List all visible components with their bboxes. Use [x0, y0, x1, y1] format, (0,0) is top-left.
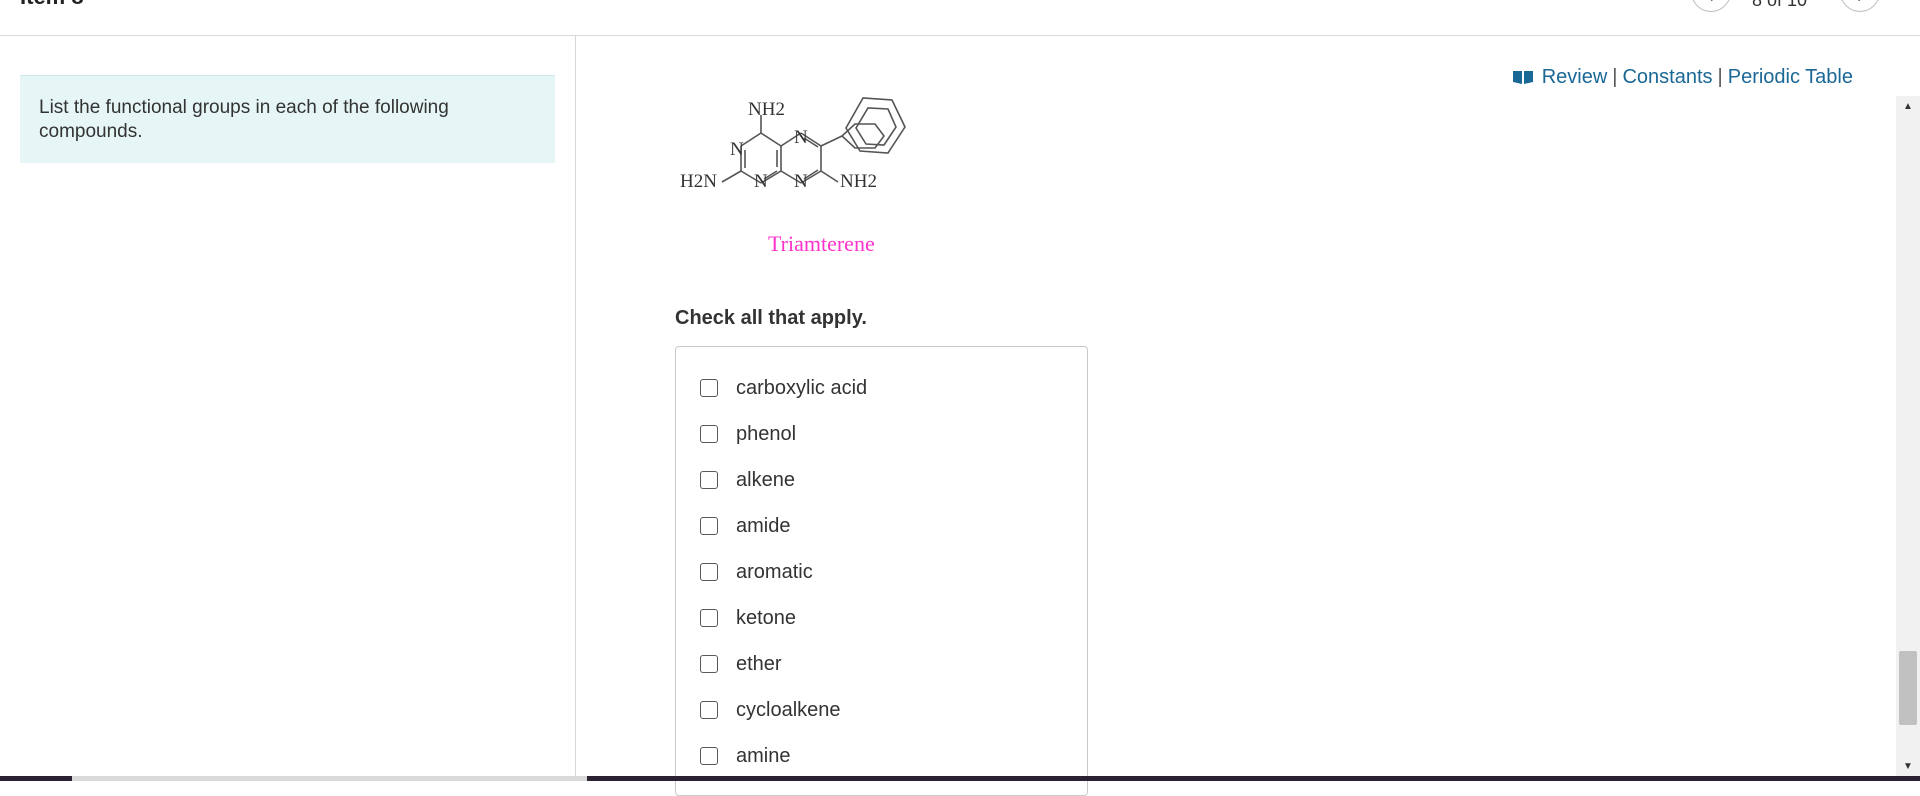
chevron-left-icon: ‹	[1692, 0, 1730, 5]
chevron-right-icon: ›	[1841, 0, 1879, 5]
checkbox[interactable]	[700, 747, 718, 765]
option-alkene[interactable]: alkene	[700, 465, 795, 495]
option-label: amide	[736, 514, 791, 537]
ring-n-label: N	[754, 171, 768, 192]
ring-n-label: N	[794, 127, 808, 148]
option-label: aromatic	[736, 560, 813, 583]
scroll-up-arrow-icon[interactable]: ▲	[1896, 98, 1920, 116]
periodic-table-link[interactable]: Periodic Table	[1728, 66, 1853, 88]
option-label: ketone	[736, 606, 797, 629]
compound-name: Triamterene	[768, 231, 875, 256]
checkbox[interactable]	[700, 701, 718, 719]
option-label: phenol	[736, 422, 797, 445]
option-aromatic[interactable]: aromatic	[700, 557, 813, 587]
option-amine[interactable]: amine	[700, 741, 790, 771]
checkbox[interactable]	[700, 655, 718, 673]
option-phenol[interactable]: phenol	[700, 419, 796, 449]
next-item-button[interactable]: ›	[1840, 0, 1880, 12]
item-pager: 8 of 10	[1752, 0, 1808, 10]
ring-n-label: N	[794, 171, 808, 192]
scrollbar-thumb[interactable]	[1899, 651, 1917, 725]
top-header: Item 8 ‹ 8 of 10 ›	[0, 0, 1920, 36]
vertical-scrollbar[interactable]: ▲ ▼	[1896, 96, 1920, 776]
question-prompt: List the functional groups in each of th…	[20, 75, 555, 163]
instruction-text: Check all that apply.	[675, 307, 867, 329]
checkbox[interactable]	[700, 609, 718, 627]
h2n-left-label: H2N	[680, 171, 717, 192]
scroll-down-arrow-icon[interactable]: ▼	[1896, 758, 1920, 776]
checkbox[interactable]	[700, 471, 718, 489]
review-link[interactable]: Review	[1542, 66, 1608, 88]
left-pane: List the functional groups in each of th…	[0, 36, 576, 776]
taskbar-highlight	[72, 776, 587, 781]
item-title: Item 8	[20, 0, 84, 10]
nh2-right-label: NH2	[840, 171, 877, 192]
option-label: alkene	[736, 468, 795, 491]
option-carboxylic-acid[interactable]: carboxylic acid	[700, 373, 867, 403]
option-label: amine	[736, 744, 791, 767]
checkbox[interactable]	[700, 517, 718, 535]
options-box: carboxylic acid phenol alkene amide arom…	[675, 346, 1088, 796]
book-icon	[1512, 71, 1533, 84]
option-cycloalkene[interactable]: cycloalkene	[700, 695, 841, 725]
option-label: ether	[736, 652, 782, 675]
link-separator: |	[1612, 66, 1618, 88]
link-separator: |	[1717, 66, 1723, 88]
checkbox[interactable]	[700, 425, 718, 443]
resource-links: Review | Constants | Periodic Table	[1512, 66, 1853, 89]
ring-n-label: N	[730, 139, 744, 160]
nh2-top-label: NH2	[748, 99, 785, 120]
question-prompt-text: List the functional groups in each of th…	[39, 97, 449, 142]
checkbox[interactable]	[700, 379, 718, 397]
constants-link[interactable]: Constants	[1622, 66, 1712, 88]
option-label: carboxylic acid	[736, 376, 868, 399]
option-ketone[interactable]: ketone	[700, 603, 796, 633]
option-amide[interactable]: amide	[700, 511, 790, 541]
option-label: cycloalkene	[736, 698, 841, 721]
previous-item-button[interactable]: ‹	[1691, 0, 1731, 12]
checkbox[interactable]	[700, 563, 718, 581]
taskbar-edge	[0, 776, 1920, 781]
option-ether[interactable]: ether	[700, 649, 782, 679]
